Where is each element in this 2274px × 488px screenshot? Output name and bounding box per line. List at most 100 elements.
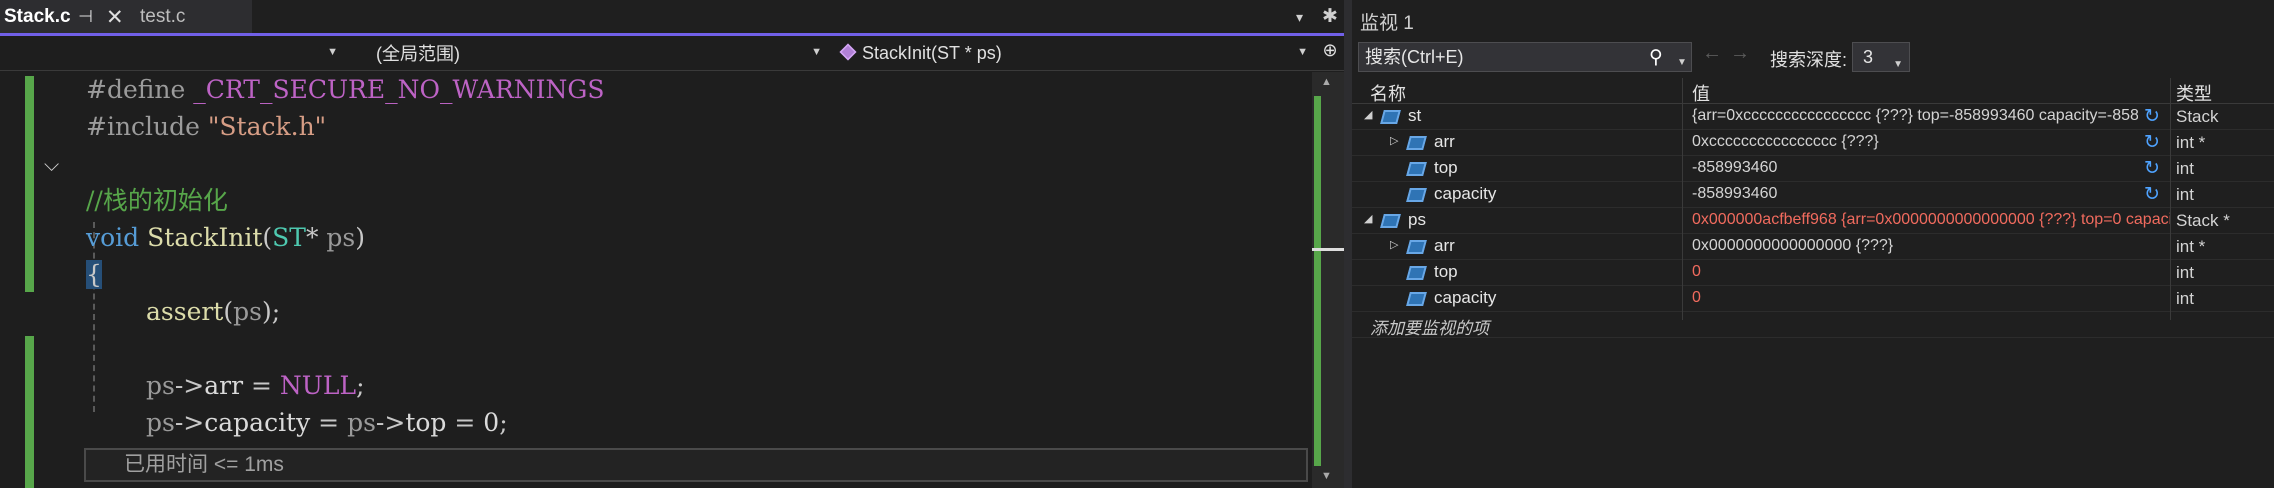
search-icon[interactable]: ⚲	[1649, 44, 1663, 72]
watch-type: int *	[2176, 237, 2206, 256]
scope-dropdown[interactable]: (全局范围) ▼	[346, 40, 826, 66]
watch-name[interactable]: capacity	[1434, 184, 1496, 204]
column-value[interactable]: 值	[1692, 80, 1710, 106]
tab-test-c[interactable]: test.c	[134, 0, 252, 33]
watch-type: Stack	[2176, 107, 2219, 126]
chevron-down-icon: ▼	[1297, 46, 1308, 58]
watch-name[interactable]: top	[1434, 262, 1458, 282]
change-map	[1314, 96, 1321, 466]
pane-splitter[interactable]	[1344, 0, 1352, 488]
vertical-scrollbar[interactable]: ▲ ▼	[1312, 72, 1344, 488]
watch-value[interactable]: 0x000000acfbeff968 {arr=0x00000000000000…	[1692, 211, 2170, 229]
chevron-down-icon: ▼	[1893, 59, 1903, 70]
watch-name[interactable]: ps	[1408, 210, 1426, 230]
pin-icon[interactable]: ⊣	[78, 7, 93, 27]
refresh-icon[interactable]: ↻	[2144, 131, 2160, 154]
scroll-down-icon[interactable]: ▼	[1321, 470, 1332, 482]
column-type[interactable]: 类型	[2176, 80, 2212, 106]
refresh-icon[interactable]: ↻	[2144, 105, 2160, 128]
function-dropdown[interactable]: StackInit(ST * ps) ▼	[832, 40, 1312, 66]
scroll-up-icon[interactable]: ▲	[1321, 76, 1332, 88]
watch-row[interactable]: ▷ arr 0x0000000000000000 {???} int *	[1352, 234, 2274, 260]
function-dropdown-value: StackInit(ST * ps)	[862, 42, 1002, 63]
watch-window: 监视 1 搜索(Ctrl+E) ⚲ ▼ ← → 搜索深度: 3 ▼ 名称 值 类…	[1352, 0, 2274, 488]
project-dropdown[interactable]: ▼	[0, 40, 342, 66]
refresh-icon[interactable]: ↻	[2144, 183, 2160, 206]
watch-name[interactable]: st	[1408, 106, 1421, 126]
chevron-down-icon[interactable]: ▼	[1677, 49, 1687, 77]
perf-tip[interactable]: 已用时间 <= 1ms	[84, 448, 1308, 482]
watch-row[interactable]: ▷ arr 0xcccccccccccccccc {???} ↻ int *	[1352, 130, 2274, 156]
watch-name[interactable]: arr	[1434, 236, 1455, 256]
search-depth-label: 搜索深度:	[1770, 50, 1848, 70]
column-divider[interactable]	[2170, 78, 2171, 320]
watch-grid: 名称 值 类型 ◢ st {arr=0xcccccccccccccccc {???}…	[1352, 78, 2274, 338]
watch-name[interactable]: capacity	[1434, 288, 1496, 308]
split-editor-icon[interactable]: ⊕	[1318, 40, 1342, 66]
watch-row[interactable]: ◢ st {arr=0xcccccccccccccccc {???} top=-85…	[1352, 104, 2274, 130]
watch-name[interactable]: top	[1434, 158, 1458, 178]
add-watch-item[interactable]: 添加要监视的项	[1370, 314, 1489, 339]
watch-title: 监视 1	[1360, 13, 1414, 34]
watch-type: Stack *	[2176, 211, 2230, 230]
watch-value[interactable]: -858993460	[1692, 159, 2138, 177]
variable-icon	[1406, 292, 1427, 306]
code-line-10: ps->capacity = ps->top = 0;	[146, 408, 508, 437]
variable-icon	[1406, 266, 1427, 280]
code-editor[interactable]: Stack.c ⊣ ✕ test.c ▾ ✱ ▼ (全局范围) ▼ StackI…	[0, 0, 1344, 488]
watch-value[interactable]: -858993460	[1692, 185, 2138, 203]
variable-icon	[1406, 188, 1427, 202]
search-depth-select[interactable]: 3 ▼	[1852, 42, 1910, 72]
watch-row[interactable]: ◢ ps 0x000000acfbeff968 {arr=0x00000000000…	[1352, 208, 2274, 234]
watch-row[interactable]: top 0 int	[1352, 260, 2274, 286]
search-placeholder: 搜索(Ctrl+E)	[1365, 47, 1464, 67]
watch-type: int	[2176, 289, 2194, 308]
watch-row[interactable]: capacity 0 int	[1352, 286, 2274, 312]
chevron-down-icon: ▼	[811, 46, 822, 58]
tab-overflow-icon[interactable]: ▾	[1296, 9, 1303, 26]
tab-stack-c[interactable]: Stack.c ⊣ ✕	[0, 0, 134, 33]
watch-rows: ◢ st {arr=0xcccccccccccccccc {???} top=-85…	[1352, 104, 2274, 312]
grid-header: 名称 值 类型	[1352, 78, 2274, 104]
change-indicator	[25, 336, 34, 488]
watch-value[interactable]: 0x0000000000000000 {???}	[1692, 237, 2170, 255]
watch-value[interactable]: {arr=0xcccccccccccccccc {???} top=-85899…	[1692, 107, 2138, 125]
code-area[interactable]: ⌵ #define _CRT_SECURE_NO_WARNINGS #inclu…	[0, 72, 1310, 488]
watch-value[interactable]: 0	[1692, 289, 2170, 307]
add-watch-row[interactable]: 添加要监视的项	[1352, 312, 2274, 338]
expand-icon[interactable]: ▷	[1390, 134, 1398, 147]
watch-type: int *	[2176, 133, 2206, 152]
document-tab-bar: Stack.c ⊣ ✕ test.c ▾ ✱	[0, 0, 1344, 36]
collapse-icon[interactable]: ◢	[1364, 108, 1372, 121]
watch-row[interactable]: top -858993460 ↻ int	[1352, 156, 2274, 182]
scroll-thumb[interactable]	[1312, 248, 1344, 251]
watch-type: int	[2176, 159, 2194, 178]
tab-label: test.c	[140, 5, 186, 27]
column-name[interactable]: 名称	[1370, 80, 1406, 106]
column-divider[interactable]	[1682, 78, 1683, 320]
watch-search-input[interactable]: 搜索(Ctrl+E) ⚲ ▼	[1358, 42, 1692, 72]
variable-icon	[1406, 136, 1427, 150]
gear-icon[interactable]: ✱	[1322, 5, 1338, 28]
scope-dropdown-value: (全局范围)	[376, 44, 460, 64]
watch-row[interactable]: capacity -858993460 ↻ int	[1352, 182, 2274, 208]
change-indicator	[25, 76, 34, 292]
chevron-down-icon: ▼	[327, 46, 338, 58]
collapse-icon[interactable]: ◢	[1364, 212, 1372, 225]
close-icon[interactable]: ✕	[106, 5, 124, 30]
expand-icon[interactable]: ▷	[1390, 238, 1398, 251]
watch-value[interactable]: 0	[1692, 263, 2170, 281]
arrow-right-icon[interactable]: →	[1730, 42, 1750, 65]
refresh-icon[interactable]: ↻	[2144, 157, 2160, 180]
code-line-1: #define _CRT_SECURE_NO_WARNINGS	[86, 75, 605, 104]
code-line-4: //栈的初始化	[86, 186, 228, 215]
watch-name[interactable]: arr	[1434, 132, 1455, 152]
watch-type: int	[2176, 185, 2194, 204]
variable-icon	[1406, 240, 1427, 254]
function-icon	[839, 43, 857, 61]
variable-icon	[1380, 110, 1401, 124]
arrow-left-icon[interactable]: ←	[1702, 42, 1722, 65]
watch-value[interactable]: 0xcccccccccccccccc {???}	[1692, 133, 2138, 151]
collapse-icon[interactable]: ⌵	[44, 152, 59, 176]
watch-type: int	[2176, 263, 2194, 282]
